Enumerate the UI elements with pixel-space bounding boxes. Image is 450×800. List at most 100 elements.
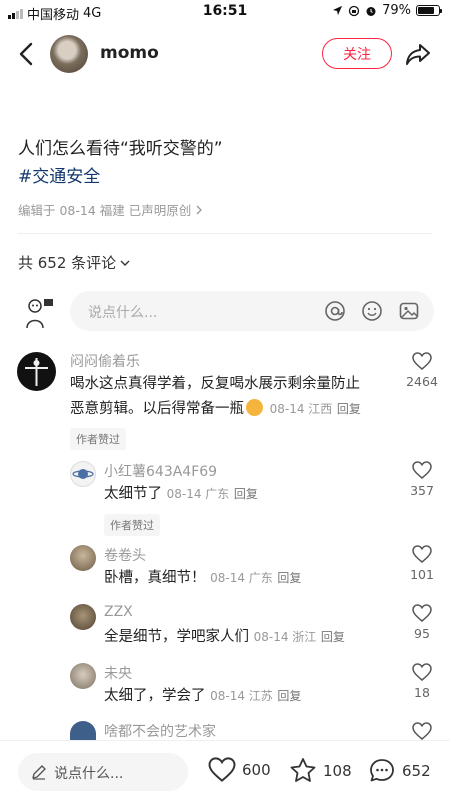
comment-meta: 08-14 浙江 xyxy=(253,630,317,644)
commenter-name[interactable]: 闷闷偷着乐 xyxy=(70,351,140,371)
commenter-name[interactable]: ZZX xyxy=(104,604,133,620)
comment-meta: 08-14 广东 xyxy=(166,487,230,501)
comment-input[interactable]: 说点什么... xyxy=(70,291,434,331)
heart-icon xyxy=(412,461,432,479)
reply-item: ZZX 全是细节，学吧家人们 08-14 浙江 回复 95 xyxy=(0,601,450,659)
comment-like-button[interactable]: 18 xyxy=(402,663,442,700)
like-button[interactable]: 600 xyxy=(208,757,271,782)
note-header: momo 关注 xyxy=(0,28,450,80)
comment-count-label: 共 652 条评论 xyxy=(18,254,117,272)
reply-button[interactable]: 回复 xyxy=(277,571,301,585)
comment-body: 卧槽，真细节！ xyxy=(104,570,206,586)
comment-text: 卧槽，真细节！ 08-14 广东 回复 xyxy=(104,566,394,591)
heart-icon xyxy=(412,663,432,681)
heart-icon xyxy=(412,352,432,370)
comment-like-count: 357 xyxy=(410,483,434,498)
figure-avatar-icon xyxy=(25,358,48,386)
collect-count: 108 xyxy=(323,761,352,780)
comment-like-button[interactable]: 101 xyxy=(402,545,442,582)
commenter-name[interactable]: 未央 xyxy=(104,663,132,683)
bottom-action-bar: 说点什么... 600 108 652 xyxy=(0,740,450,800)
chevron-down-icon xyxy=(120,260,130,266)
chevron-right-icon xyxy=(196,205,203,214)
planet-avatar-icon xyxy=(72,469,94,479)
pencil-icon xyxy=(32,765,46,780)
comment-body: 太细了，学会了 xyxy=(104,688,206,704)
collect-button[interactable]: 108 xyxy=(289,757,352,784)
image-icon[interactable] xyxy=(398,300,420,322)
commenter-avatar[interactable] xyxy=(70,604,96,630)
location-icon xyxy=(333,5,343,16)
comment-like-button[interactable] xyxy=(402,722,442,740)
reply-button[interactable]: 回复 xyxy=(277,689,301,703)
comment-text: 喝水这点真得学着，反复喝水展示剩余量防止 恶意剪辑。以后得常备一瓶 08-14 … xyxy=(70,372,400,422)
comment-item: 闷闷偷着乐 喝水这点真得学着，反复喝水展示剩余量防止 恶意剪辑。以后得常备一瓶 … xyxy=(0,350,450,450)
comment-meta: 08-14 江苏 xyxy=(210,689,273,703)
comment-body: 太细节了 xyxy=(104,486,162,502)
orange-emoji-icon xyxy=(246,399,263,416)
comment-text: 太细节了 08-14 广东 回复 xyxy=(104,482,394,507)
reply-item: 未央 太细了，学会了 08-14 江苏 回复 18 xyxy=(0,660,450,718)
mention-icon[interactable] xyxy=(324,300,346,322)
follow-button[interactable]: 关注 xyxy=(322,38,392,69)
author-name[interactable]: momo xyxy=(100,43,159,63)
author-avatar[interactable] xyxy=(50,35,88,73)
heart-icon xyxy=(412,545,432,563)
reply-button[interactable]: 回复 xyxy=(337,402,361,416)
comment-input-placeholder: 说点什么... xyxy=(88,305,158,321)
reply-item: 啥都不会的艺术家 xyxy=(0,718,450,743)
heart-icon xyxy=(412,604,432,622)
note-hashtag[interactable]: #交通安全 xyxy=(18,162,100,187)
comment-meta: 08-14 江西 xyxy=(269,402,333,416)
reply-item: 小红薯643A4F69 太细节了 08-14 广东 回复 作者赞过 357 xyxy=(0,458,450,538)
say-something-placeholder: 说点什么... xyxy=(54,766,124,782)
note-title: 人们怎么看待“我听交警的” xyxy=(18,139,223,159)
comment-bubble-icon xyxy=(370,759,394,782)
comment-body-line2: 恶意剪辑。以后得常备一瓶 xyxy=(70,401,244,417)
alarm-icon xyxy=(366,6,376,16)
commenter-avatar[interactable] xyxy=(70,663,96,689)
battery-percent: 79% xyxy=(382,3,411,18)
author-liked-badge: 作者赞过 xyxy=(70,428,126,450)
reply-button[interactable]: 回复 xyxy=(321,630,345,644)
status-bar: 中国移动 4G 16:51 79% xyxy=(0,0,450,24)
note-meta-text: 编辑于 08-14 福建 已声明原创 xyxy=(18,203,192,218)
commenter-name[interactable]: 小红薯643A4F69 xyxy=(104,461,217,481)
comment-like-count: 2464 xyxy=(406,374,438,389)
commenter-avatar[interactable] xyxy=(17,352,56,391)
note-meta[interactable]: 编辑于 08-14 福建 已声明原创 xyxy=(18,200,203,219)
like-count: 600 xyxy=(242,760,271,779)
comment-text: 全是细节，学吧家人们 08-14 浙江 回复 xyxy=(104,625,394,650)
comment-meta: 08-14 广东 xyxy=(210,571,273,585)
battery-icon xyxy=(416,5,442,16)
star-icon xyxy=(290,758,316,782)
commenter-name[interactable]: 卷卷头 xyxy=(104,545,146,565)
share-icon[interactable] xyxy=(404,40,432,68)
battery-fill xyxy=(418,7,434,14)
say-something-input[interactable]: 说点什么... xyxy=(18,753,188,791)
heart-icon xyxy=(208,757,236,782)
author-liked-badge: 作者赞过 xyxy=(104,514,160,536)
comment-body-line1: 喝水这点真得学着，反复喝水展示剩余量防止 xyxy=(70,376,360,392)
comment-button[interactable]: 652 xyxy=(368,757,431,784)
emoji-icon[interactable] xyxy=(361,300,383,322)
comment-like-button[interactable]: 95 xyxy=(402,604,442,641)
reply-item: 卷卷头 卧槽，真细节！ 08-14 广东 回复 101 xyxy=(0,542,450,600)
comment-count-sort[interactable]: 共 652 条评论 xyxy=(18,252,130,273)
back-arrow-icon[interactable] xyxy=(14,40,40,68)
divider xyxy=(18,233,432,234)
my-avatar-icon xyxy=(26,299,53,329)
commenter-avatar[interactable] xyxy=(70,545,96,571)
comment-like-count: 18 xyxy=(414,685,430,700)
comment-like-button[interactable]: 357 xyxy=(402,461,442,498)
comment-like-count: 101 xyxy=(410,567,434,582)
comment-like-count: 95 xyxy=(414,626,430,641)
comment-total: 652 xyxy=(402,761,431,780)
comment-text: 太细了，学会了 08-14 江苏 回复 xyxy=(104,684,394,709)
comment-like-button[interactable]: 2464 xyxy=(402,352,442,389)
orientation-lock-icon xyxy=(348,5,360,16)
commenter-name[interactable]: 啥都不会的艺术家 xyxy=(104,721,216,741)
reply-button[interactable]: 回复 xyxy=(234,487,258,501)
comment-body: 全是细节，学吧家人们 xyxy=(104,629,249,645)
commenter-avatar[interactable] xyxy=(70,461,96,487)
